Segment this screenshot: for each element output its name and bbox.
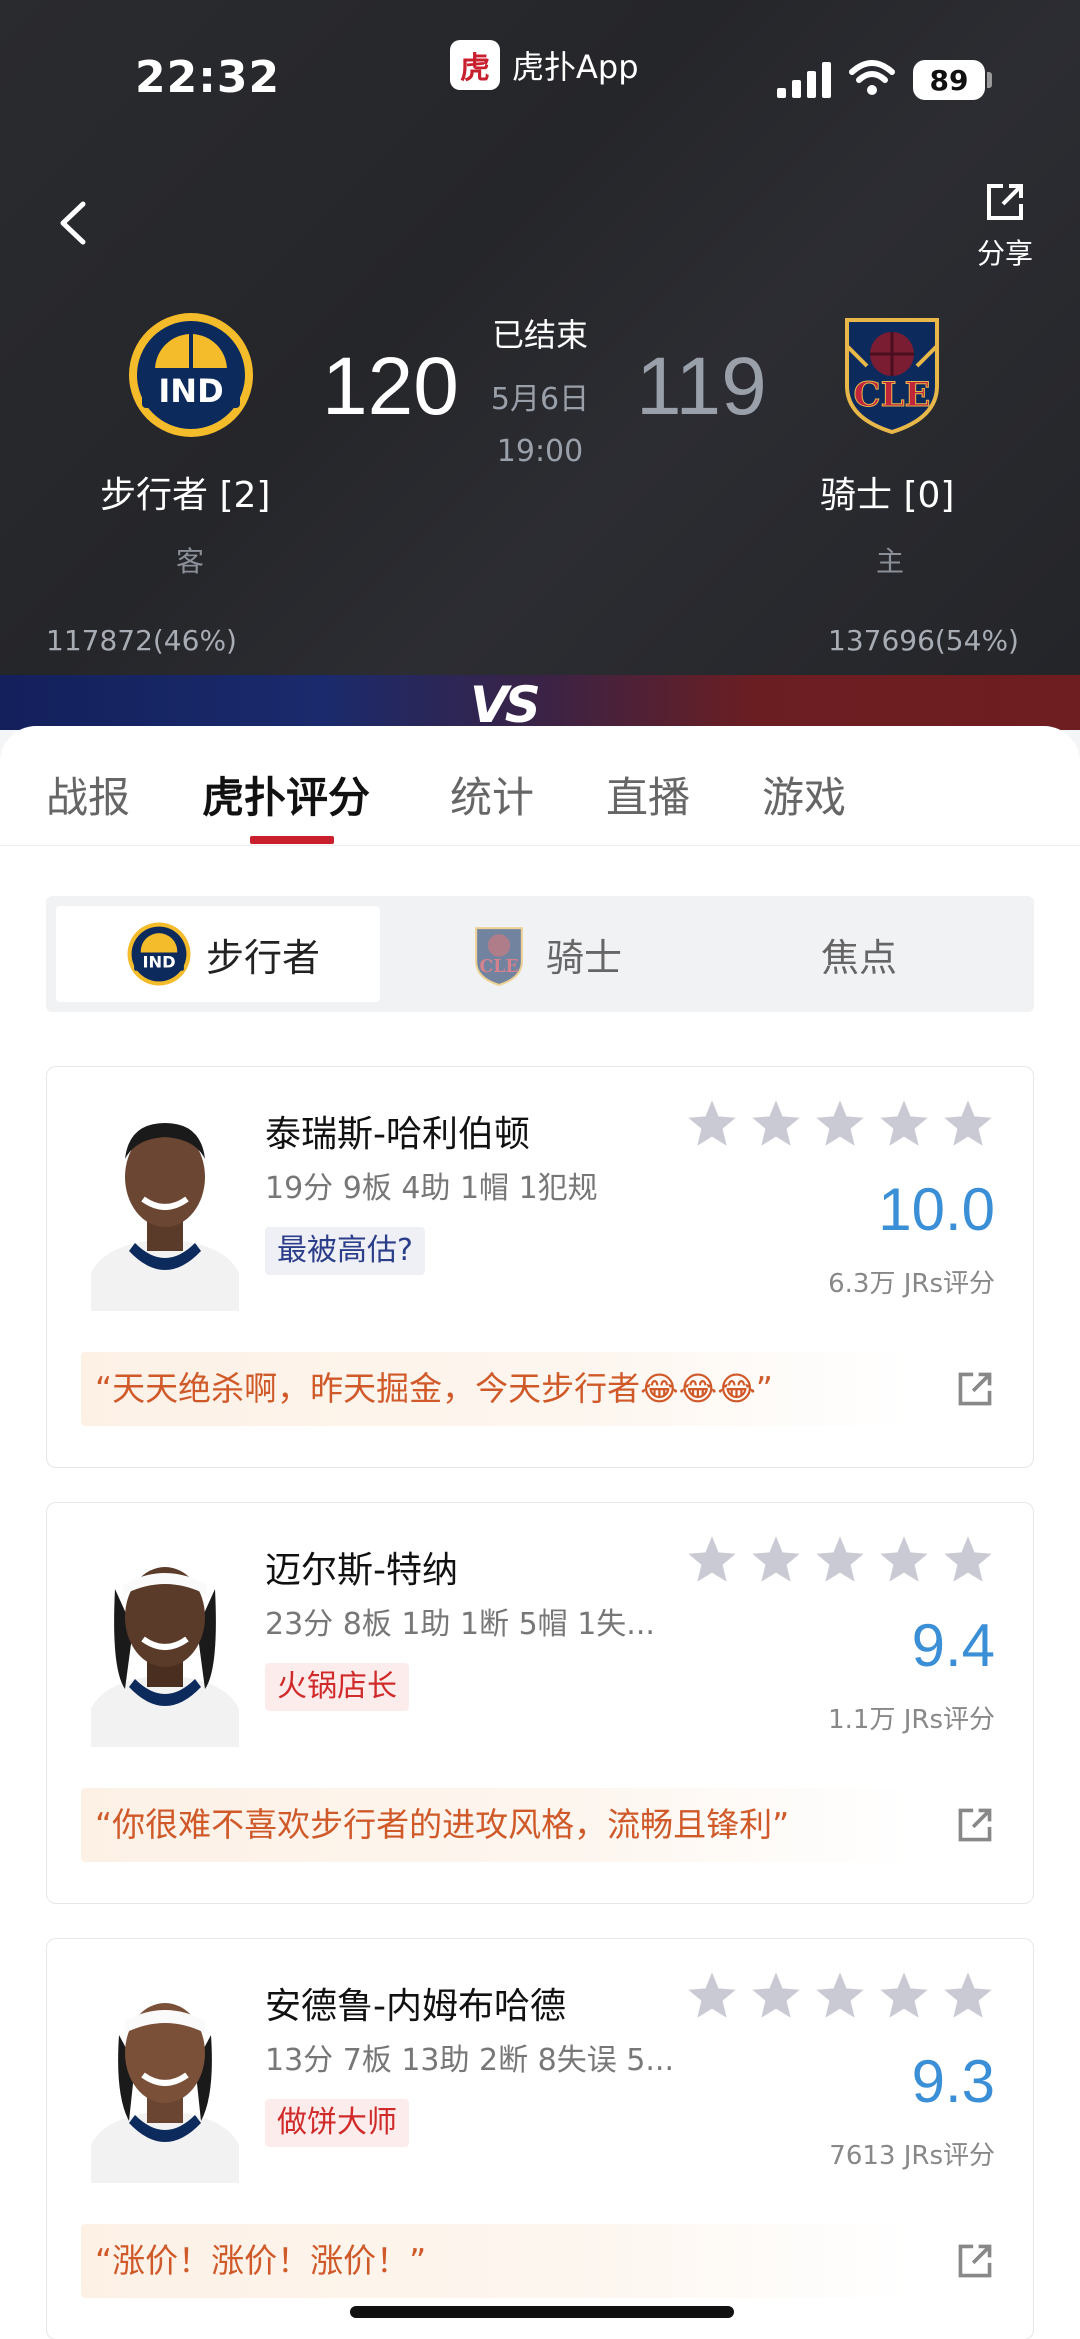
segment-cavaliers[interactable]: CLE 骑士 [466,906,622,1002]
content-sheet: 战报 虎扑评分 统计 直播 游戏 IND 步行者 CLE 骑士 焦点 泰瑞斯-哈… [0,726,1080,2339]
home-score: 119 [636,341,767,432]
player-name: 迈尔斯-特纳 [265,1550,458,1591]
away-support-count[interactable]: 117872(46%) [46,624,237,657]
player-stats: 13分 7板 13助 2断 8失误 5... [265,2043,674,2078]
segment-pacers[interactable]: IND 步行者 [56,906,380,1002]
battery-indicator: 89 [913,60,985,100]
cellular-signal-icon [777,62,831,98]
status-time: 22:32 [135,52,281,103]
tab-bar: 战报 虎扑评分 统计 直播 游戏 [0,726,1080,846]
star-icon[interactable] [877,1097,931,1151]
player-tag[interactable]: 最被高估? [265,1227,425,1275]
player-avatar [91,2003,239,2183]
segment-cavaliers-label: 骑士 [546,935,623,980]
rating-stars[interactable] [685,1533,995,1587]
segment-focus-label: 焦点 [821,935,898,980]
game-date: 5月6日 [490,382,590,417]
star-icon[interactable] [877,1969,931,2023]
status-bar: 22:32 虎 虎扑App 89 [0,0,1080,150]
star-icon[interactable] [685,1969,739,2023]
team-segment-control: IND 步行者 CLE 骑士 焦点 [46,896,1034,1012]
player-tag[interactable]: 做饼大师 [265,2099,409,2147]
tab-games[interactable]: 游戏 [762,764,846,825]
player-rating-card[interactable]: 迈尔斯-特纳 23分 8板 1助 1断 5帽 1失... 火锅店长 9.4 1.… [46,1502,1034,1904]
star-icon[interactable] [749,1969,803,2023]
home-support-count[interactable]: 137696(54%) [828,624,1019,657]
player-rating-card[interactable]: 安德鲁-内姆布哈德 13分 7板 13助 2断 8失误 5... 做饼大师 9.… [46,1938,1034,2339]
rating-stars[interactable] [685,1969,995,2023]
rating-vote-count: 1.1万 JRs评分 [828,1705,995,1735]
svg-text:CLE: CLE [479,957,518,977]
app-name: 虎扑App [512,48,639,86]
share-icon[interactable] [955,1805,995,1845]
home-indicator[interactable] [350,2306,734,2318]
svg-text:IND: IND [142,953,175,972]
away-team-name: 步行者 [2] [100,475,271,516]
wifi-icon [849,60,895,95]
share-button[interactable]: 分享 [970,180,1040,272]
player-stats: 19分 9板 4助 1帽 1犯规 [265,1171,598,1206]
rating-vote-count: 6.3万 JRs评分 [828,1269,995,1299]
svg-text:IND: IND [158,372,223,410]
cavaliers-logo-icon[interactable]: CLE [827,306,957,436]
top-comment[interactable]: “你很难不喜欢步行者的进攻风格，流畅且锋利” [81,1788,911,1862]
player-avatar [91,1123,239,1311]
away-role: 客 [176,545,205,578]
player-avatar [91,1567,239,1747]
back-arrow-icon[interactable] [55,200,91,246]
segment-focus[interactable]: 焦点 [821,906,897,1002]
star-icon[interactable] [813,1533,867,1587]
star-icon[interactable] [685,1097,739,1151]
home-team-name: 骑士 [0] [820,475,955,516]
top-comment[interactable]: “涨价！涨价！涨价！” [81,2224,911,2298]
game-time: 19:00 [496,434,584,469]
player-rating-score: 10.0 [878,1176,995,1243]
star-icon[interactable] [813,1097,867,1151]
rating-stars[interactable] [685,1097,995,1151]
game-info: 已结束 5月6日 19:00 [460,310,620,469]
battery-tip [987,72,992,88]
share-icon[interactable] [955,1369,995,1409]
star-icon[interactable] [941,1097,995,1151]
cavaliers-logo-icon: CLE [475,927,523,987]
share-icon [987,184,1023,220]
star-icon[interactable] [749,1097,803,1151]
player-rating-card[interactable]: 泰瑞斯-哈利伯顿 19分 9板 4助 1帽 1犯规 最被高估? 10.0 6.3… [46,1066,1034,1468]
tab-report[interactable]: 战报 [46,764,130,825]
star-icon[interactable] [685,1533,739,1587]
star-icon[interactable] [749,1533,803,1587]
star-icon[interactable] [941,1533,995,1587]
pacers-logo-icon: IND [127,922,191,986]
star-icon[interactable] [813,1969,867,2023]
support-vs-bar [0,675,1080,730]
away-score: 120 [322,341,459,432]
tab-stats[interactable]: 统计 [450,764,534,825]
share-label: 分享 [976,237,1033,270]
player-stats: 23分 8板 1助 1断 5帽 1失... [265,1607,655,1642]
rating-vote-count: 7613 JRs评分 [829,2141,995,2171]
active-tab-indicator [250,836,334,844]
player-name: 泰瑞斯-哈利伯顿 [265,1114,530,1155]
app-badge: 虎 虎扑App [450,40,639,90]
tab-hupu-rating[interactable]: 虎扑评分 [202,764,370,825]
home-role: 主 [876,545,905,578]
player-rating-score: 9.4 [911,1612,995,1679]
segment-pacers-label: 步行者 [206,935,321,980]
player-tag[interactable]: 火锅店长 [265,1663,409,1711]
player-rating-score: 9.3 [911,2048,995,2115]
star-icon[interactable] [877,1533,931,1587]
star-icon[interactable] [941,1969,995,2023]
player-name: 安德鲁-内姆布哈德 [265,1986,566,2027]
pacers-logo-icon[interactable]: IND [126,310,256,440]
tab-live[interactable]: 直播 [606,764,690,825]
top-comment[interactable]: “天天绝杀啊，昨天掘金，今天步行者😂😂😂” [81,1352,911,1426]
app-logo-icon: 虎 [450,40,500,90]
game-status: 已结束 [491,316,588,354]
share-icon[interactable] [955,2241,995,2281]
game-header: 22:32 虎 虎扑App 89 分享 IND 120 已结束 5月6日 19:… [0,0,1080,730]
svg-text:CLE: CLE [854,375,931,415]
